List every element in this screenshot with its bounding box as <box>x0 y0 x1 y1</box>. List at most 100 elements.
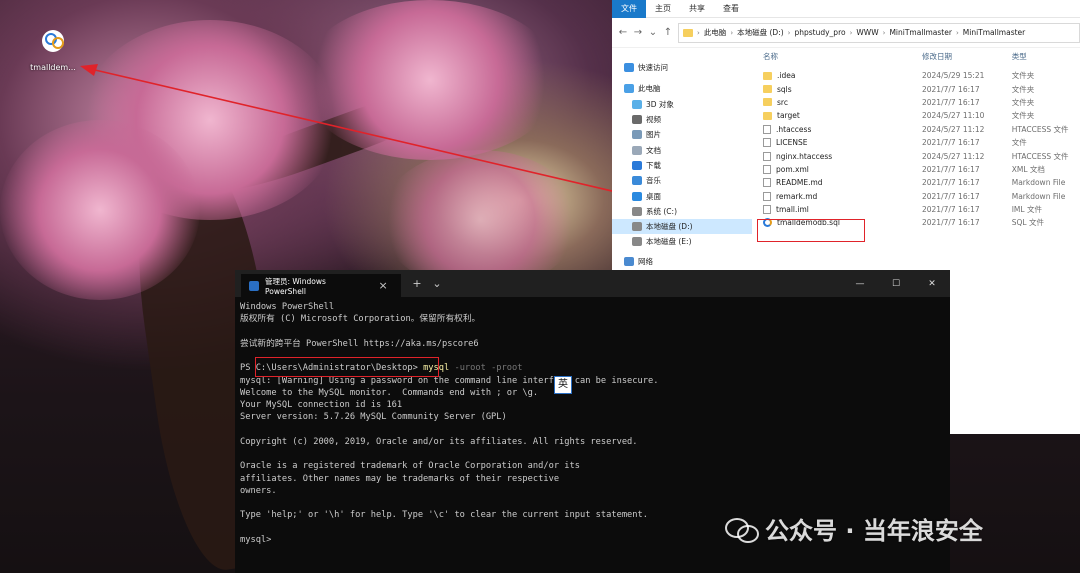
nav-item-drive-c[interactable]: 系统 (C:) <box>612 204 752 219</box>
file-name-cell: nginx.htaccess <box>758 151 922 161</box>
watermark-text: 公众号 · 当年浪安全 <box>765 517 983 545</box>
close-tab-icon[interactable]: × <box>373 279 393 292</box>
new-tab-button[interactable]: + <box>407 277 427 290</box>
tab-view[interactable]: 查看 <box>714 3 748 14</box>
maximize-button[interactable]: ☐ <box>878 279 914 289</box>
file-icon <box>763 178 771 188</box>
tab-share[interactable]: 共享 <box>680 3 714 14</box>
nav-item-label: 系统 (C:) <box>646 206 677 216</box>
terminal-line: 尝试新的跨平台 PowerShell https://aka.ms/pscore… <box>240 338 479 349</box>
forward-arrow-icon[interactable]: → <box>633 27 643 38</box>
file-icon <box>763 151 771 161</box>
tab-file[interactable]: 文件 <box>612 0 646 18</box>
chevron-right-icon: › <box>849 28 853 37</box>
folder-icon <box>763 71 772 80</box>
file-name: remark.md <box>776 191 818 201</box>
file-name: tmall.iml <box>776 205 809 215</box>
file-type: Markdown File <box>1011 178 1066 188</box>
folder-icon <box>683 28 693 37</box>
nav-item-quick-access[interactable]: 快速访问 <box>612 60 752 75</box>
file-row[interactable]: tmall.iml 2021/7/7 16:17 IML 文件 <box>758 203 1080 216</box>
file-name: LICENSE <box>776 138 808 148</box>
file-name: sqls <box>777 84 792 94</box>
ime-indicator[interactable]: 英 <box>554 376 572 394</box>
breadcrumb-item[interactable]: WWW <box>856 28 878 37</box>
file-type: HTACCESS 文件 <box>1011 151 1069 161</box>
file-row[interactable]: remark.md 2021/7/7 16:17 Markdown File <box>758 190 1080 203</box>
file-row[interactable]: .idea 2024/5/29 15:21 文件夹 <box>758 69 1080 82</box>
terminal-output[interactable]: Windows PowerShell 版权所有 (C) Microsoft Co… <box>235 297 950 546</box>
file-row[interactable]: target 2024/5/27 11:10 文件夹 <box>758 109 1080 122</box>
nav-item-label: 视频 <box>646 115 661 125</box>
download-icon <box>632 160 642 170</box>
nav-item-3d-objects[interactable]: 3D 对象 <box>612 97 752 112</box>
nav-item-videos[interactable]: 视频 <box>612 112 752 127</box>
column-header-date[interactable]: 修改日期 <box>922 51 1012 62</box>
powershell-icon <box>249 280 259 291</box>
nav-item-label: 音乐 <box>646 176 661 186</box>
file-type: Markdown File <box>1011 191 1066 201</box>
breadcrumb-item[interactable]: 本地磁盘 (D:) <box>737 27 784 38</box>
nav-item-drive-e[interactable]: 本地磁盘 (E:) <box>612 234 752 249</box>
file-date: 2021/7/7 16:17 <box>921 164 980 174</box>
dropdown-chevron-icon[interactable]: ⌄ <box>427 277 447 290</box>
nav-item-downloads[interactable]: 下载 <box>612 158 752 173</box>
column-header-type[interactable]: 类型 <box>1012 51 1080 62</box>
back-arrow-icon[interactable]: ← <box>618 27 628 38</box>
file-list-header: 名称 修改日期 类型 <box>758 48 1080 64</box>
file-name-cell: LICENSE <box>758 138 922 148</box>
breadcrumb-item[interactable]: phpstudy_pro <box>794 28 845 37</box>
file-type: 文件 <box>1011 138 1027 148</box>
nav-item-label: 网络 <box>638 256 653 266</box>
breadcrumb-item[interactable]: MiniTmallmaster <box>963 28 1026 37</box>
nav-item-desktop[interactable]: 桌面 <box>612 188 752 203</box>
file-row[interactable]: src 2021/7/7 16:17 文件夹 <box>758 96 1080 109</box>
file-name-cell: tmall.iml <box>758 205 922 215</box>
terminal-line: owners. <box>240 485 277 496</box>
tab-home[interactable]: 主页 <box>646 3 680 14</box>
breadcrumb-item[interactable]: MiniTmallmaster <box>889 28 952 37</box>
file-row[interactable]: pom.xml 2021/7/7 16:17 XML 文档 <box>758 163 1080 176</box>
file-date: 2024/5/27 11:10 <box>921 111 985 121</box>
column-header-name[interactable]: 名称 <box>758 51 922 62</box>
file-row[interactable]: nginx.htaccess 2024/5/27 11:12 HTACCESS 文件 <box>758 149 1080 162</box>
nav-item-this-pc[interactable]: 此电脑 <box>612 81 752 96</box>
file-list: 名称 修改日期 类型 .idea 2024/5/29 15:21 文件夹 sqls 20… <box>758 48 1080 230</box>
wechat-icon <box>725 516 759 543</box>
nav-item-label: 本地磁盘 (D:) <box>646 222 693 232</box>
file-date: 2021/7/7 16:17 <box>921 138 980 148</box>
chevron-right-icon: › <box>730 28 734 37</box>
powershell-tab[interactable]: 管理员: Windows PowerShell × <box>241 274 401 297</box>
recent-chevron-icon[interactable]: ⌄ <box>648 27 658 38</box>
terminal-line: Windows PowerShell <box>240 302 335 312</box>
file-row[interactable]: README.md 2021/7/7 16:17 Markdown File <box>758 176 1080 189</box>
minimize-button[interactable]: — <box>842 279 878 289</box>
nav-item-music[interactable]: 音乐 <box>612 173 752 188</box>
terminal-line: Your MySQL connection id is 161 <box>240 400 403 410</box>
file-type: HTACCESS 文件 <box>1011 124 1069 134</box>
nav-item-pictures[interactable]: 图片 <box>612 127 752 142</box>
file-row[interactable]: sqls 2021/7/7 16:17 文件夹 <box>758 82 1080 95</box>
powershell-titlebar: 管理员: Windows PowerShell × + ⌄ — ☐ ✕ <box>235 270 950 297</box>
breadcrumb-item[interactable]: 此电脑 <box>704 27 727 38</box>
file-row[interactable]: LICENSE 2021/7/7 16:17 文件 <box>758 136 1080 149</box>
close-button[interactable]: ✕ <box>914 279 950 289</box>
file-date: 2021/7/7 16:17 <box>921 84 980 94</box>
file-name-cell: pom.xml <box>758 164 922 174</box>
nav-item-drive-d[interactable]: 本地磁盘 (D:) <box>612 218 752 235</box>
up-arrow-icon[interactable]: ↑ <box>663 27 673 38</box>
drive-icon <box>632 222 642 232</box>
file-date: 2021/7/7 16:17 <box>921 205 980 215</box>
file-name: .idea <box>777 71 796 81</box>
file-row[interactable]: .htaccess 2024/5/27 11:12 HTACCESS 文件 <box>758 123 1080 136</box>
nav-item-documents[interactable]: 文档 <box>612 142 752 157</box>
file-type: 文件夹 <box>1011 71 1035 81</box>
address-bar[interactable]: › 此电脑 › 本地磁盘 (D:) › phpstudy_pro › WWW ›… <box>678 22 1080 43</box>
nav-item-label: 3D 对象 <box>646 99 674 109</box>
file-date: 2021/7/7 16:17 <box>921 178 980 188</box>
file-name-cell: sqls <box>758 85 922 94</box>
file-name: .htaccess <box>776 124 812 134</box>
nav-item-network[interactable]: 网络 <box>612 254 752 269</box>
document-icon <box>632 145 642 155</box>
